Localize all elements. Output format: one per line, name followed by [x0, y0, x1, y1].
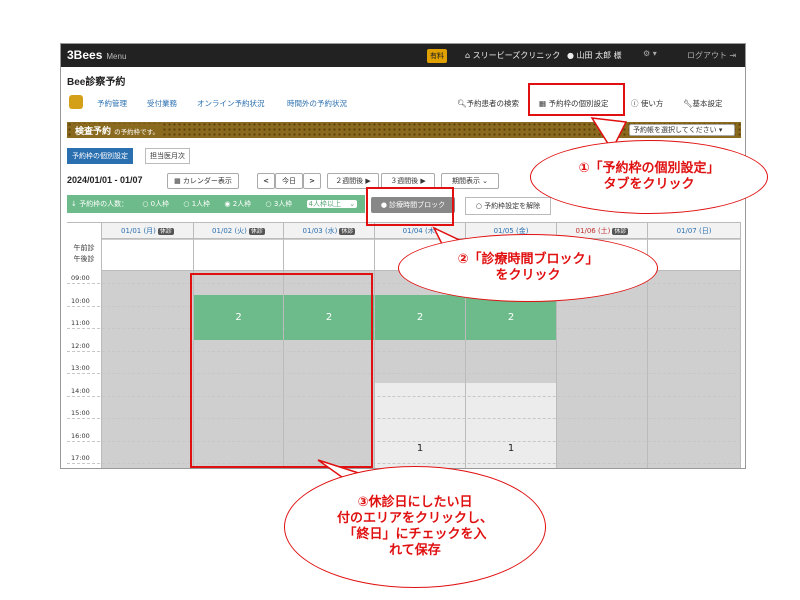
- callout-2: ②「診療時間ブロック」 をクリック: [398, 234, 658, 302]
- callout-3: ③休診日にしたい日 付のエリアをクリックし、 「終日」にチェックを入 れて保存: [284, 466, 546, 588]
- callout-1: ①「予約枠の個別設定」 タブをクリック: [530, 140, 768, 214]
